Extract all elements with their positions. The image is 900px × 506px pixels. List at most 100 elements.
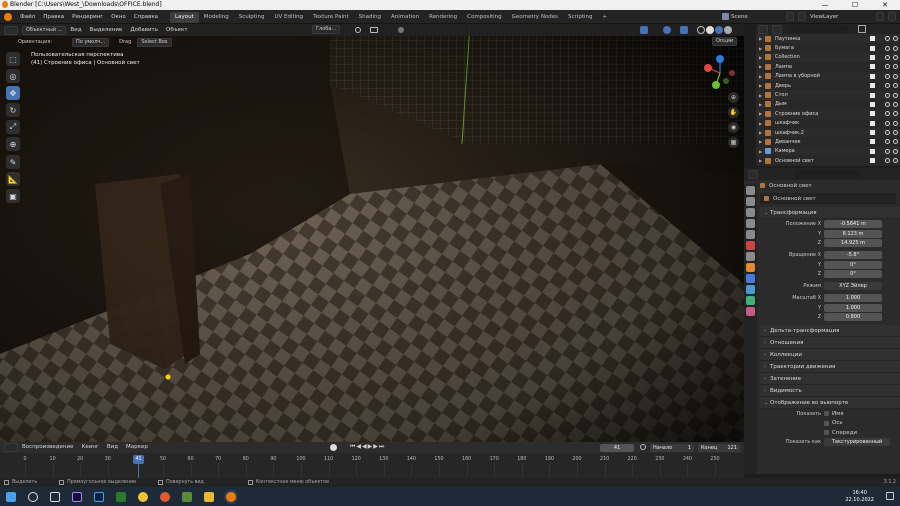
camera-icon[interactable]: [893, 139, 898, 145]
menu-file[interactable]: Файл: [16, 10, 39, 24]
tab-rendering[interactable]: Rendering: [424, 12, 462, 23]
after-effects-icon[interactable]: [72, 491, 82, 502]
rotation-x-field[interactable]: -5.8°: [824, 251, 882, 259]
camera-icon[interactable]: [893, 36, 898, 42]
relations-section[interactable]: Отношения: [760, 336, 900, 349]
camera-view-icon[interactable]: ◉: [728, 122, 739, 133]
gizmo-toggle-icon[interactable]: [663, 26, 671, 34]
outliner-item[interactable]: ▶ Диванчик: [756, 137, 900, 146]
eye-icon[interactable]: [885, 54, 890, 60]
exclude-checkbox[interactable]: [870, 36, 875, 42]
outliner-item[interactable]: ▶ шкафчик: [756, 119, 900, 128]
tab-modeling[interactable]: Modeling: [199, 12, 234, 23]
collections-section[interactable]: Коллекции: [760, 348, 900, 361]
scene-close-icon[interactable]: [798, 12, 806, 21]
maximize-button[interactable]: ☐: [840, 0, 870, 10]
outliner-item[interactable]: ▶ Collection: [756, 52, 900, 63]
select-box-icon[interactable]: ⬚: [6, 52, 20, 66]
timeline-view-menu[interactable]: Вид: [103, 442, 122, 453]
menu-render[interactable]: Рендеринг: [68, 10, 107, 24]
camera-icon[interactable]: [893, 120, 898, 126]
eye-icon[interactable]: [885, 83, 890, 89]
viewport-3d[interactable]: [0, 24, 744, 442]
menu-add[interactable]: Добавить: [126, 24, 162, 36]
menu-window[interactable]: Окно: [107, 10, 130, 24]
rotation-z-field[interactable]: 0°: [824, 270, 882, 278]
perspective-toggle-icon[interactable]: ▦: [728, 137, 739, 148]
keying-menu[interactable]: Кеинг: [77, 442, 102, 453]
tab-uv-editing[interactable]: UV Editing: [269, 12, 308, 23]
outliner-editor-icon[interactable]: [758, 24, 768, 34]
properties-editor-icon[interactable]: [748, 169, 758, 179]
expand-arrow-icon[interactable]: ▶: [759, 121, 762, 126]
view-layer-close-icon[interactable]: [888, 12, 896, 21]
motion-paths-section[interactable]: Траектории движения: [760, 360, 900, 373]
render-tab-icon[interactable]: [746, 197, 755, 206]
expand-arrow-icon[interactable]: ▶: [759, 64, 762, 69]
timeline-editor-icon[interactable]: [4, 443, 18, 452]
camera-icon[interactable]: [893, 92, 898, 98]
expand-arrow-icon[interactable]: ▶: [759, 149, 762, 154]
exclude-checkbox[interactable]: [870, 101, 875, 107]
exclude-checkbox[interactable]: [870, 64, 875, 70]
yandex-icon[interactable]: [138, 491, 148, 502]
navigation-gizmo[interactable]: [702, 55, 738, 91]
blender-icon[interactable]: [226, 491, 236, 502]
tab-layout[interactable]: Layout: [170, 11, 199, 23]
object-tab-icon[interactable]: [746, 263, 755, 272]
rotation-y-field[interactable]: 0°: [824, 260, 882, 269]
notification-icon[interactable]: [886, 492, 894, 500]
visibility-section[interactable]: Видимость: [760, 384, 900, 397]
collection-tab-icon[interactable]: [746, 252, 755, 261]
camera-icon[interactable]: [893, 73, 898, 79]
proportional-edit-icon[interactable]: [398, 27, 404, 33]
physics-tab-icon[interactable]: [746, 285, 755, 294]
delta-transform-section[interactable]: Дельта-трансформация: [760, 324, 900, 337]
outliner-item[interactable]: ▶ Лампа: [756, 62, 900, 71]
outliner-item[interactable]: ▶ Лампа в уборной: [756, 71, 900, 81]
location-y-field[interactable]: 8.123 m: [824, 229, 882, 238]
expand-arrow-icon[interactable]: ▶: [759, 46, 762, 51]
select-box-select[interactable]: Select Box: [137, 37, 172, 47]
rotation-mode-select[interactable]: XYZ Эйлер: [824, 282, 882, 290]
view-layer-name[interactable]: ViewLayer: [810, 11, 838, 23]
windows-icon[interactable]: [6, 491, 16, 502]
taskview-icon[interactable]: [50, 491, 60, 502]
camera-icon[interactable]: [893, 83, 898, 89]
location-z-field[interactable]: 14.925 m: [824, 239, 882, 247]
outliner-item[interactable]: ▶ Строение офиса: [756, 109, 900, 119]
exclude-checkbox[interactable]: [870, 73, 875, 79]
transform-icon[interactable]: ⊕: [6, 137, 20, 151]
minecraft-icon[interactable]: [182, 491, 192, 502]
end-frame-field[interactable]: Конец 121: [698, 443, 740, 452]
shading-material-icon[interactable]: [715, 26, 723, 34]
tab-compositing[interactable]: Compositing: [462, 12, 506, 23]
transform-orientation-select[interactable]: Глоба...: [312, 25, 341, 34]
eye-icon[interactable]: [885, 45, 890, 51]
shading-rendered-icon[interactable]: [724, 26, 732, 34]
expand-arrow-icon[interactable]: ▶: [759, 111, 762, 116]
add-workspace-button[interactable]: +: [598, 12, 613, 23]
constraints-tab-icon[interactable]: [746, 296, 755, 305]
outliner-item[interactable]: ▶ Бумага: [756, 43, 900, 52]
shading-solid-icon[interactable]: [706, 26, 714, 34]
eye-icon[interactable]: [885, 101, 890, 107]
pivot-icon[interactable]: [355, 27, 361, 33]
outliner-item[interactable]: ▶ шкафчик.2: [756, 127, 900, 138]
exclude-checkbox[interactable]: [870, 92, 875, 98]
orientation-select[interactable]: По умолч...: [72, 37, 110, 47]
expand-arrow-icon[interactable]: ▶: [759, 74, 762, 79]
pan-icon[interactable]: ✋: [728, 107, 739, 118]
camera-icon[interactable]: [893, 111, 898, 117]
xbox-icon[interactable]: [116, 491, 126, 502]
exclude-checkbox[interactable]: [870, 158, 875, 164]
eye-icon[interactable]: [885, 111, 890, 117]
eye-icon[interactable]: [885, 64, 890, 70]
start-frame-field[interactable]: Начало 1: [650, 443, 694, 452]
outliner-item[interactable]: ▶ Дым: [756, 100, 900, 109]
world-tab-icon[interactable]: [746, 241, 755, 250]
eye-icon[interactable]: [885, 148, 890, 154]
camera-icon[interactable]: [893, 130, 898, 136]
exclude-checkbox[interactable]: [870, 139, 875, 145]
tab-animation[interactable]: Animation: [386, 12, 424, 23]
